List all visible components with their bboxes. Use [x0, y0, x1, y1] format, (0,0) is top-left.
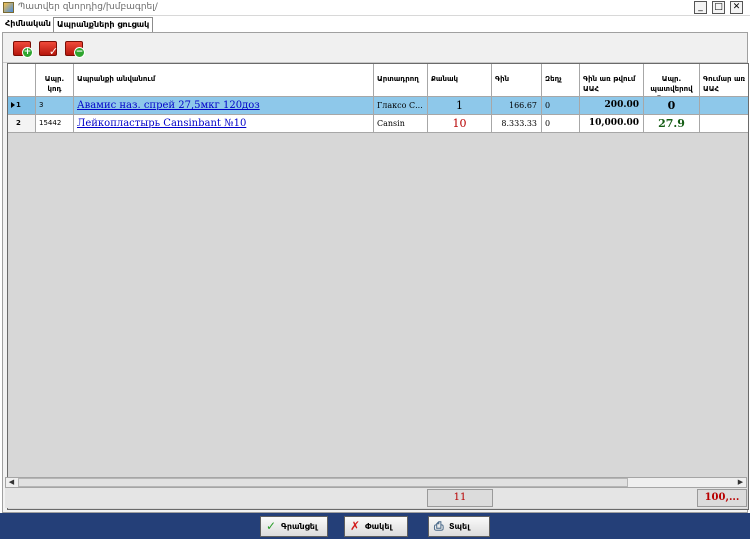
current-row-arrow-icon	[11, 102, 15, 108]
print-button[interactable]: ⎙ Տպել	[428, 516, 490, 537]
cell-quantity[interactable]: 10	[428, 115, 492, 133]
cross-icon: ✗	[350, 519, 361, 533]
total-sum: 100,...	[697, 489, 747, 507]
header-code[interactable]: Ապր. կոդ	[36, 64, 74, 97]
cell-discount: 0	[542, 97, 580, 115]
minimize-button[interactable]: _	[694, 1, 707, 14]
cell-discount: 0	[542, 115, 580, 133]
cell-product-name-link[interactable]: Авамис наз. спрей 27,5мкг 120доз	[74, 97, 374, 115]
total-quantity: 11	[427, 489, 493, 507]
scrollbar-thumb[interactable]	[18, 478, 628, 487]
checkmark-icon: ✓	[266, 519, 277, 533]
add-row-button[interactable]: +	[13, 39, 35, 59]
cell-product-name-link[interactable]: Лейкопластырь Cansinbant №10	[74, 115, 374, 133]
header-sum-with-vat[interactable]: Գումար առ ԱԱՀ	[700, 64, 748, 97]
cell-remaining: 0	[644, 97, 700, 115]
confirm-button[interactable]: ✓ Գրանցել	[260, 516, 328, 537]
header-product-name[interactable]: Ապրանքի անվանում	[74, 64, 374, 97]
close-button[interactable]: ✗ Փակել	[344, 516, 408, 537]
tab-main[interactable]: Հիմնական	[2, 17, 54, 32]
app-icon	[3, 2, 14, 13]
checkmark-icon: ✓	[48, 45, 59, 58]
table-row[interactable]: 2 15442 Лейкопластырь Cansinbant №10 Can…	[8, 115, 748, 133]
cell-price: 166.67	[492, 97, 542, 115]
row-selector[interactable]: 2	[8, 115, 36, 133]
header-price-with-vat[interactable]: Գին առ թվում ԱԱՀ	[580, 64, 644, 97]
cell-code: 15442	[36, 115, 74, 133]
close-button-label: Փակել	[365, 522, 392, 531]
minus-icon: −	[74, 47, 85, 58]
grid-header-row: Ապր. կոդ Ապրանքի անվանում Արտադրող Քանակ…	[8, 64, 748, 97]
header-remaining[interactable]: Ապր. պատվերով մնացորդ	[644, 64, 700, 97]
header-row-selector	[8, 64, 36, 97]
bottom-action-bar: ✓ Գրանցել ✗ Փակել ⎙ Տպել	[0, 513, 750, 539]
cell-manufacturer: Глаксо С...	[374, 97, 428, 115]
header-manufacturer[interactable]: Արտադրող	[374, 64, 428, 97]
cell-price-with-vat: 200.00	[580, 97, 644, 115]
title-bar: Պատվեր զնորդից/խմբագրել/ _ □ ✕	[0, 0, 750, 16]
cell-code: 3	[36, 97, 74, 115]
cell-sum-with-vat	[700, 97, 748, 115]
header-quantity[interactable]: Քանակ	[428, 64, 492, 97]
scroll-right-arrow-icon[interactable]: ▶	[735, 478, 746, 487]
tab-strip: Հիմնական Ապրանքների ցուցակ	[0, 16, 750, 32]
cell-sum-with-vat	[700, 115, 748, 133]
header-discount[interactable]: Զեղչ	[542, 64, 580, 97]
horizontal-scrollbar[interactable]: ◀ ▶	[5, 477, 747, 488]
cell-price: 8.333.33	[492, 115, 542, 133]
tab-products-list[interactable]: Ապրանքների ցուցակ	[53, 17, 154, 32]
cell-manufacturer: Cansin	[374, 115, 428, 133]
table-row[interactable]: 1 3 Авамис наз. спрей 27,5мкг 120доз Гла…	[8, 97, 748, 115]
print-button-label: Տպել	[449, 522, 470, 531]
plus-icon: +	[22, 47, 33, 58]
confirm-button-label: Գրանցել	[281, 522, 318, 531]
scroll-left-arrow-icon[interactable]: ◀	[6, 478, 17, 487]
printer-icon: ⎙	[434, 519, 444, 533]
window-title: Պատվեր զնորդից/խմբագրել/	[18, 2, 158, 12]
maximize-button[interactable]: □	[712, 1, 725, 14]
toolbar: + ✓ −	[3, 33, 747, 63]
close-window-button[interactable]: ✕	[730, 1, 743, 14]
cell-remaining: 27.9	[644, 115, 700, 133]
row-selector[interactable]: 1	[8, 97, 36, 115]
products-grid: Ապր. կոդ Ապրանքի անվանում Արտադրող Քանակ…	[7, 63, 749, 510]
header-price[interactable]: Գին	[492, 64, 542, 97]
delete-row-button[interactable]: −	[65, 39, 87, 59]
totals-bar: 11 100,...	[5, 488, 747, 508]
cell-price-with-vat: 10,000.00	[580, 115, 644, 133]
edit-row-button[interactable]: ✓	[39, 39, 61, 59]
cell-quantity[interactable]: 1	[428, 97, 492, 115]
products-panel: + ✓ − Ապր. կոդ Ապրանքի անվանում Արտադրող…	[2, 32, 749, 513]
